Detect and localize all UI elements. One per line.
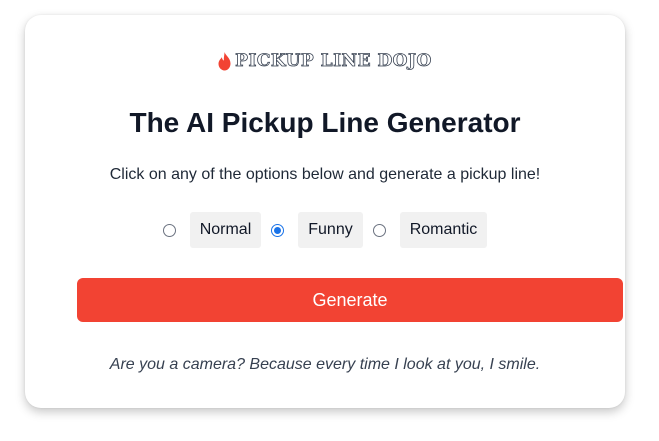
option-normal-label[interactable]: Normal [189, 212, 262, 248]
option-romantic[interactable]: Romantic [372, 212, 488, 248]
radio-funny[interactable] [271, 223, 285, 237]
radio-romantic[interactable] [372, 223, 386, 237]
brand-name: PICKUP LINE DOJO [235, 51, 432, 72]
style-options: Normal Funny Romantic [25, 212, 625, 248]
generated-pickup-line: Are you a camera? Because every time I l… [109, 356, 541, 373]
radio-normal[interactable] [162, 223, 176, 237]
instructions-text: Click on any of the options below and ge… [109, 166, 541, 183]
option-funny[interactable]: Funny [271, 212, 363, 248]
page-title: The AI Pickup Line Generator [129, 107, 521, 138]
flame-icon [218, 51, 231, 71]
option-normal[interactable]: Normal [162, 212, 262, 248]
option-funny-label[interactable]: Funny [298, 212, 363, 248]
generator-card: PICKUP LINE DOJO The AI Pickup Line Gene… [25, 15, 625, 408]
generate-button[interactable]: Generate [77, 278, 623, 322]
brand-logo: PICKUP LINE DOJO [25, 51, 625, 71]
option-romantic-label[interactable]: Romantic [399, 212, 488, 248]
